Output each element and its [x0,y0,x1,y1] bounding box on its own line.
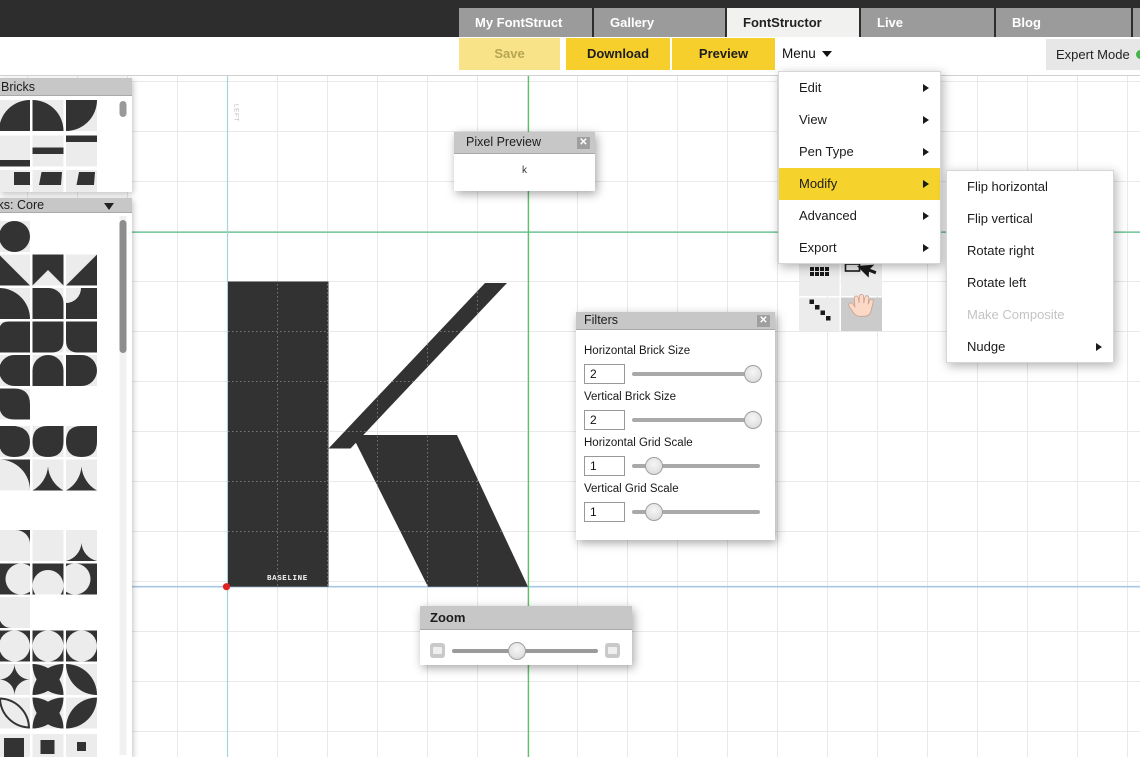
svg-text:LEFT: LEFT [233,104,240,122]
svg-text:BASELINE: BASELINE [267,575,308,583]
